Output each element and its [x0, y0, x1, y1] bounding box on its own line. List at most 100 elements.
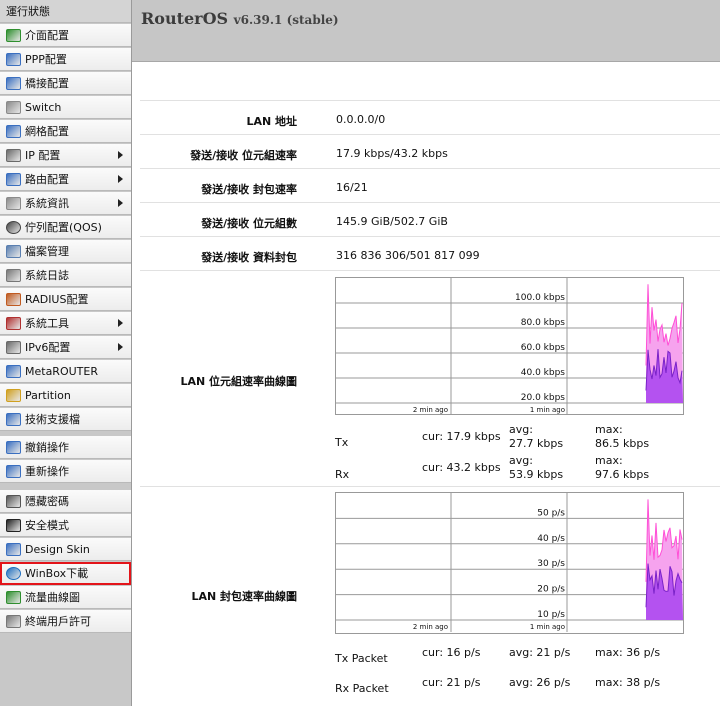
sidebar-item-7[interactable]: 系統資訊	[0, 192, 131, 215]
sidebar-item-0[interactable]: 介面配置	[0, 24, 131, 47]
sidebar-item-label: RADIUS配置	[25, 293, 89, 306]
row-label: LAN 地址	[246, 115, 297, 128]
bitrate-graph-svg: 100.0 kbps 80.0 kbps 60.0 kbps 40.0 kbps 20.…	[336, 278, 683, 415]
metarouter-icon	[6, 364, 21, 378]
sidebar-item-4[interactable]: 網格配置	[0, 120, 131, 143]
partition-icon	[6, 388, 21, 402]
y-tick-label: 20.0 kbps	[521, 393, 566, 403]
row-value: 316 836 306/501 817 099	[336, 249, 480, 262]
sidebar-item-1[interactable]: PPP配置	[0, 48, 131, 71]
sidebar-item-13[interactable]: IPv6配置	[0, 336, 131, 359]
tools-icon	[6, 316, 21, 330]
sidebar-item-6[interactable]: 路由配置	[0, 168, 131, 191]
sidebar-item-22[interactable]: WinBox下載	[0, 562, 131, 585]
sidebar-item-label: 系統日誌	[25, 269, 69, 282]
row-label: 發送/接收 資料封包	[201, 251, 297, 264]
sidebar-item-label: 路由配置	[25, 173, 69, 186]
bitrate-rx-cur: cur: 43.2 kbps	[422, 461, 501, 474]
sidebar-item-label: Partition	[25, 388, 71, 402]
sidebar-item-8[interactable]: 佇列配置(QOS)	[0, 216, 131, 239]
packet-graph-svg: 50 p/s 40 p/s 30 p/s 20 p/s 10 p/s 2 min ago 1…	[336, 493, 683, 632]
sidebar-item-24[interactable]: 終端用戶許可	[0, 610, 131, 633]
packet-graph-label: LAN 封包速率曲線圖	[191, 590, 297, 603]
row-label: 發送/接收 位元組數	[201, 217, 297, 230]
sidebar-item-10[interactable]: 系統日誌	[0, 264, 131, 287]
sidebar-item-16[interactable]: 技術支援檔	[0, 408, 131, 431]
sidebar-item-20[interactable]: 安全模式	[0, 514, 131, 537]
bitrate-graph: 100.0 kbps 80.0 kbps 60.0 kbps 40.0 kbps 20.…	[335, 277, 684, 415]
sidebar-item-11[interactable]: RADIUS配置	[0, 288, 131, 311]
brand-name: RouterOS	[141, 9, 229, 28]
support-file-icon	[6, 412, 21, 426]
routing-icon	[6, 172, 21, 186]
hide-password-icon	[6, 494, 21, 508]
packet-rx-cur: cur: 21 p/s	[422, 676, 481, 689]
sidebar-item-12[interactable]: 系統工具	[0, 312, 131, 335]
info-row-bytes: 發送/接收 位元組數 145.9 GiB/502.7 GiB	[140, 202, 720, 236]
sidebar-item-label: Design Skin	[25, 542, 90, 556]
sidebar-item-18[interactable]: 重新操作	[0, 460, 131, 483]
sidebar-item-label: WinBox下載	[25, 567, 89, 580]
sidebar-item-5[interactable]: IP 配置	[0, 144, 131, 167]
sidebar-item-14[interactable]: MetaROUTER	[0, 360, 131, 383]
info-row-lan-address: LAN 地址 0.0.0.0/0	[140, 100, 720, 134]
sidebar-item-label: 重新操作	[25, 465, 69, 478]
bitrate-rx-avg-label: avg:	[509, 454, 533, 467]
winbox-icon	[6, 566, 21, 580]
sidebar-item-label: 檔案管理	[25, 245, 69, 258]
bitrate-tx-max: 86.5 kbps	[595, 437, 650, 450]
y-tick-label: 80.0 kbps	[521, 318, 566, 328]
sidebar-item-23[interactable]: 流量曲線圖	[0, 586, 131, 609]
license-icon	[6, 614, 21, 628]
sidebar-item-9[interactable]: 檔案管理	[0, 240, 131, 263]
x-tick-label: 1 min ago	[530, 623, 565, 631]
y-tick-label: 100.0 kbps	[515, 293, 565, 303]
log-icon	[6, 268, 21, 282]
row-value: 16/21	[336, 181, 368, 194]
bitrate-rx-max-label: max:	[595, 454, 623, 467]
y-tick-label: 60.0 kbps	[521, 343, 566, 353]
chevron-right-icon	[118, 175, 123, 183]
sidebar-item-label: MetaROUTER	[25, 364, 98, 378]
info-row-packets: 發送/接收 資料封包 316 836 306/501 817 099	[140, 236, 720, 270]
design-skin-icon	[6, 542, 21, 556]
sidebar-item-label: 介面配置	[25, 29, 69, 42]
switch-icon	[6, 100, 21, 114]
chevron-right-icon	[118, 319, 123, 327]
sidebar-item-label: 系統資訊	[25, 197, 69, 210]
mesh-icon	[6, 124, 21, 138]
row-label: 發送/接收 位元組速率	[190, 149, 297, 162]
sidebar-item-label: 網格配置	[25, 125, 69, 138]
sidebar-item-label: 終端用戶許可	[25, 615, 91, 628]
sidebar-item-label: 佇列配置(QOS)	[25, 221, 102, 234]
row-value: 17.9 kbps/43.2 kbps	[336, 147, 448, 160]
sidebar-item-2[interactable]: 橋接配置	[0, 72, 131, 95]
sidebar-item-19[interactable]: 隱藏密碼	[0, 490, 131, 513]
sidebar-item-label: Switch	[25, 100, 62, 114]
sidebar-item-label: 撤銷操作	[25, 441, 69, 454]
queue-icon	[6, 220, 21, 234]
sidebar-item-label: 橋接配置	[25, 77, 69, 90]
sidebar-item-3[interactable]: Switch	[0, 96, 131, 119]
y-tick-label: 10 p/s	[537, 610, 565, 620]
system-gear-icon	[6, 196, 21, 210]
packet-tx-cur: cur: 16 p/s	[422, 646, 481, 659]
radius-icon	[6, 292, 21, 306]
sidebar-item-17[interactable]: 撤銷操作	[0, 436, 131, 459]
sidebar-item-15[interactable]: Partition	[0, 384, 131, 407]
ipv6-icon	[6, 340, 21, 354]
chevron-right-icon	[118, 151, 123, 159]
row-value: 145.9 GiB/502.7 GiB	[336, 215, 448, 228]
info-row-byte-rate: 發送/接收 位元組速率 17.9 kbps/43.2 kbps	[140, 134, 720, 168]
sidebar-item-label: IP 配置	[25, 149, 61, 162]
bitrate-tx-avg: 27.7 kbps	[509, 437, 564, 450]
row-value: 0.0.0.0/0	[336, 113, 386, 126]
packet-rx-name: Rx Packet	[335, 682, 389, 695]
sidebar-item-label: 安全模式	[25, 519, 69, 532]
chevron-right-icon	[118, 343, 123, 351]
sidebar-item-21[interactable]: Design Skin	[0, 538, 131, 561]
packet-rx-max: max: 38 p/s	[595, 676, 661, 689]
sidebar-header-status[interactable]: 運行狀態	[0, 0, 131, 23]
sidebar-item-label: PPP配置	[25, 53, 67, 66]
chevron-right-icon	[118, 199, 123, 207]
